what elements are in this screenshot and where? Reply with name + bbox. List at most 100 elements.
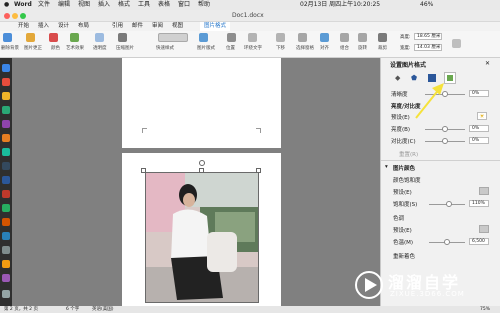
app-icon[interactable] [2, 218, 10, 226]
send-backward-icon[interactable] [276, 33, 285, 42]
resize-handle[interactable] [199, 168, 204, 173]
color-section[interactable]: 图片颜色 [393, 164, 415, 172]
height-field[interactable]: 18.65 厘米 [414, 33, 442, 40]
tab-layout[interactable]: 布局 [78, 22, 89, 31]
app-icon[interactable] [2, 92, 10, 100]
remove-background-icon[interactable] [3, 33, 12, 42]
format-pane-icon[interactable] [452, 39, 461, 48]
compress-pictures-icon[interactable] [118, 33, 127, 42]
trash-icon[interactable] [2, 290, 10, 298]
resize-handle[interactable] [141, 168, 146, 173]
app-icon[interactable] [2, 148, 10, 156]
app-icon[interactable] [2, 134, 10, 142]
page-count[interactable]: 第 2 页，共 2 页 [4, 306, 38, 313]
app-icon[interactable] [2, 246, 10, 254]
reset-button[interactable]: 重置(R) [399, 150, 418, 158]
align-icon[interactable] [320, 33, 329, 42]
menu-edit[interactable]: 编辑 [58, 0, 70, 10]
position-icon[interactable] [227, 33, 236, 42]
close-pane-icon[interactable]: ✕ [485, 60, 490, 67]
tone-preset-icon[interactable] [479, 225, 489, 233]
tab-design[interactable]: 设计 [58, 22, 69, 31]
minimize-window-icon[interactable] [12, 13, 18, 19]
saturation-slider-knob[interactable] [445, 201, 452, 207]
arrow-head [432, 83, 444, 95]
saturation-slider[interactable] [429, 201, 465, 207]
app-icon[interactable] [2, 190, 10, 198]
menu-tools[interactable]: 工具 [138, 0, 150, 10]
selected-picture[interactable] [145, 172, 259, 303]
app-icon[interactable] [2, 274, 10, 282]
zoom-window-icon[interactable] [20, 13, 26, 19]
window-title: Doc1.docx [232, 12, 264, 19]
tone-preset-label: 预设(E) [393, 228, 412, 234]
language[interactable]: 英语(美国) [92, 306, 114, 313]
brightness-slider-knob[interactable] [442, 126, 448, 132]
temperature-value[interactable]: 6,500 [469, 238, 489, 245]
watermark: 溜溜自学 ZIXUE.3D66.COM [350, 263, 500, 307]
menu-view[interactable]: 视图 [78, 0, 90, 10]
word-app-icon[interactable] [2, 176, 10, 184]
fill-line-icon[interactable]: ◆ [395, 74, 403, 82]
temperature-slider[interactable] [429, 239, 465, 245]
tab-view[interactable]: 视图 [172, 22, 183, 31]
brightness-slider[interactable] [425, 126, 465, 132]
effects-icon[interactable]: ⬟ [411, 74, 419, 82]
saturation-value[interactable]: 110% [469, 200, 489, 207]
selection-frame[interactable] [145, 172, 259, 303]
brightness-value[interactable]: 0% [469, 125, 489, 132]
apple-icon[interactable]: ● [4, 0, 9, 10]
group-icon[interactable] [340, 33, 349, 42]
picture-glyph [447, 75, 453, 81]
menu-table[interactable]: 表格 [158, 0, 170, 10]
app-icon[interactable] [2, 106, 10, 114]
color-icon[interactable] [49, 33, 58, 42]
layout-properties-icon[interactable] [428, 74, 436, 82]
app-icon[interactable] [2, 78, 10, 86]
menu-window[interactable]: 窗口 [178, 0, 190, 10]
close-window-icon[interactable] [4, 13, 10, 19]
menu-insert[interactable]: 插入 [98, 0, 110, 10]
selection-pane-icon[interactable] [298, 33, 307, 42]
zoom-level[interactable]: 75% [480, 306, 490, 313]
wrap-text-icon[interactable] [248, 33, 257, 42]
contrast-slider[interactable] [425, 138, 465, 144]
ribbon-tabs: 开始 插入 设计 布局 引用 邮件 审阅 视图 图片格式 [0, 22, 500, 32]
app-icon[interactable] [2, 260, 10, 268]
menu-help[interactable]: 帮助 [198, 0, 210, 10]
quick-styles-gallery[interactable] [158, 33, 188, 42]
width-field[interactable]: 14.03 厘米 [414, 44, 442, 51]
app-icon[interactable] [2, 162, 10, 170]
menu-format[interactable]: 格式 [118, 0, 130, 10]
tab-insert[interactable]: 插入 [38, 22, 49, 31]
corrections-icon[interactable] [26, 33, 35, 42]
picture-layout-icon[interactable] [199, 33, 208, 42]
preset-sun-icon[interactable]: ☀ [477, 112, 487, 120]
clarity-value[interactable]: 0% [469, 90, 489, 97]
app-icon[interactable] [2, 120, 10, 128]
menu-app-name[interactable]: Word [14, 0, 32, 10]
rotate-icon[interactable] [358, 33, 367, 42]
tab-review[interactable]: 审阅 [152, 22, 163, 31]
menu-file[interactable]: 文件 [38, 0, 50, 10]
contrast-slider-knob[interactable] [442, 138, 448, 144]
tab-home[interactable]: 开始 [18, 22, 29, 31]
tab-mailings[interactable]: 邮件 [132, 22, 143, 31]
saturation-preset-label: 预设(E) [393, 190, 412, 196]
document-page-1[interactable] [122, 58, 281, 148]
tone-section: 色调 [393, 216, 405, 222]
app-icon[interactable] [2, 204, 10, 212]
app-icon[interactable] [2, 232, 10, 240]
resize-handle[interactable] [256, 168, 261, 173]
crop-icon[interactable] [378, 33, 387, 42]
artistic-effects-icon[interactable] [70, 33, 79, 42]
transparency-icon[interactable] [95, 33, 104, 42]
word-count[interactable]: 6 个字 [66, 306, 79, 313]
rotate-handle-icon[interactable] [199, 160, 205, 166]
saturation-preset-icon[interactable] [479, 187, 489, 195]
finder-icon[interactable] [2, 64, 10, 72]
chevron-down-icon[interactable]: ▾ [385, 164, 388, 170]
tab-references[interactable]: 引用 [112, 22, 123, 31]
temperature-slider-knob[interactable] [444, 239, 450, 245]
contrast-value[interactable]: 0% [469, 137, 489, 144]
